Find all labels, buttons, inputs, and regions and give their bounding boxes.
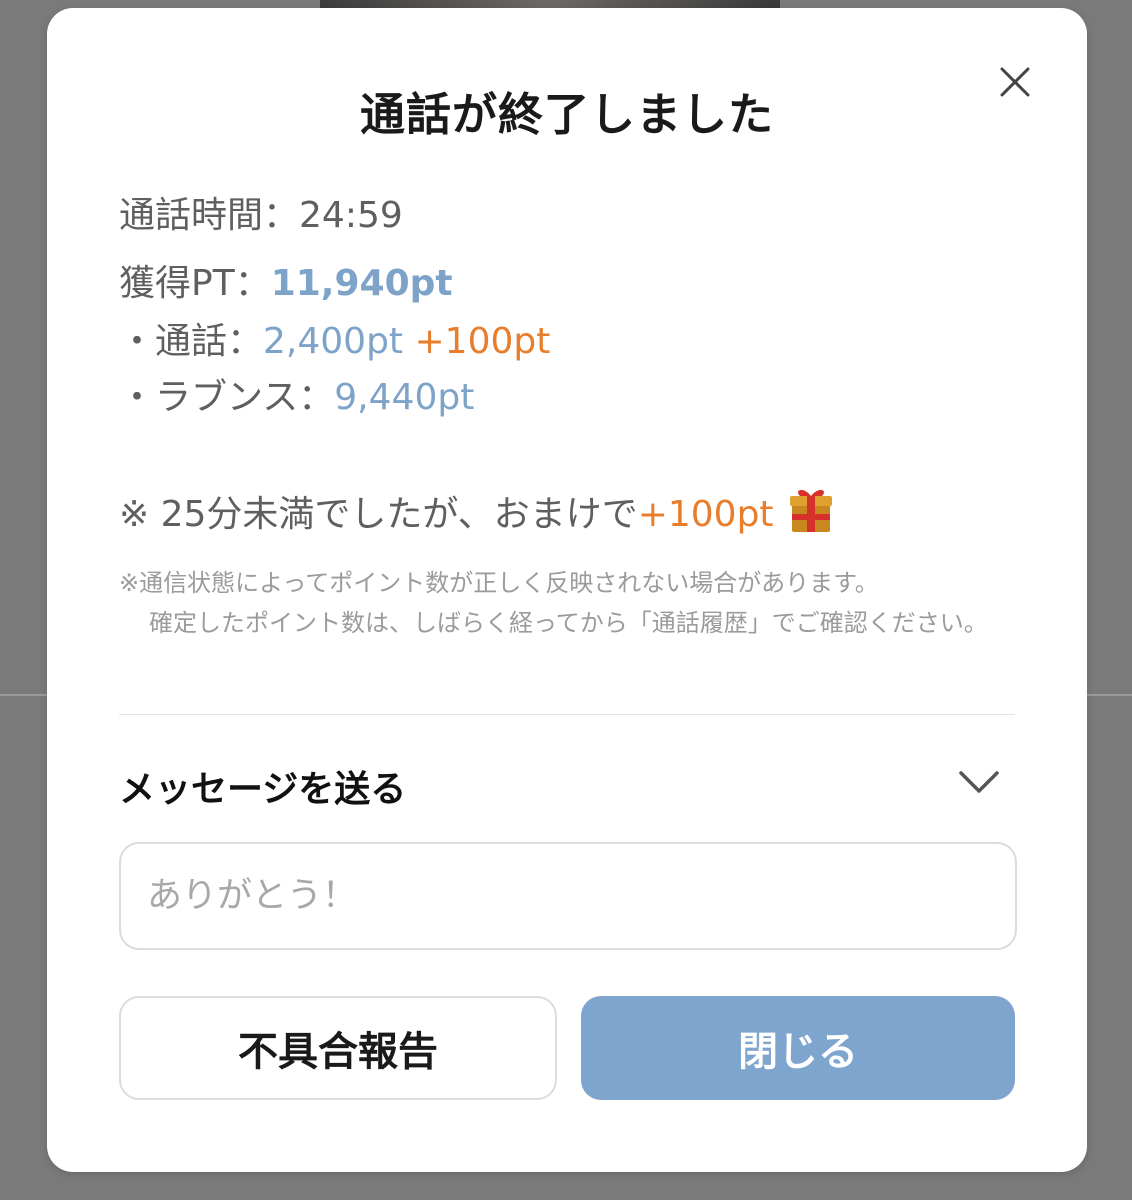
breakdown-call-bonus: +100pt xyxy=(414,321,551,362)
call-time-row: 通話時間：24:59 xyxy=(119,186,403,238)
report-bug-button[interactable]: 不具合報告 xyxy=(119,996,557,1100)
call-time-label: 通話時間： xyxy=(119,195,300,236)
call-ended-dialog: 通話が終了しました 通話時間：24:59 獲得PT：11,940pt ・通話：2… xyxy=(47,8,1087,1172)
section-divider xyxy=(119,714,1015,715)
points-notice: ※通信状態によってポイント数が正しく反映されない場合があります。 確定したポイン… xyxy=(119,563,1019,643)
bonus-note: ※ 25分未満でしたが、おまけで+100pt xyxy=(119,484,836,543)
breakdown-lovense-value: 9,440pt xyxy=(334,377,475,418)
close-button[interactable]: 閉じる xyxy=(581,996,1015,1100)
message-input[interactable] xyxy=(119,842,1017,950)
call-time-value: 24:59 xyxy=(299,195,403,236)
notice-line-1: ※通信状態によってポイント数が正しく反映されない場合があります。 xyxy=(119,569,879,597)
points-label: 獲得PT： xyxy=(119,263,271,304)
chevron-down-icon[interactable] xyxy=(957,764,1001,798)
points-total: 11,940pt xyxy=(270,263,453,304)
breakdown-lovense-row: ・ラブンス：9,440pt xyxy=(119,368,474,420)
breakdown-call-value: 2,400pt xyxy=(263,321,404,362)
dialog-title: 通話が終了しました xyxy=(359,88,774,141)
breakdown-call-label: ・通話： xyxy=(119,321,264,362)
bonus-note-value: +100pt xyxy=(637,494,774,535)
message-section-title: メッセージを送る xyxy=(119,769,407,810)
message-section-toggle[interactable]: メッセージを送る xyxy=(119,760,1015,810)
breakdown-lovense-label: ・ラブンス： xyxy=(119,377,335,418)
breakdown-call-row: ・通話：2,400pt +100pt xyxy=(119,312,550,364)
bonus-note-text: ※ 25分未満でしたが、おまけで xyxy=(119,494,638,535)
points-row: 獲得PT：11,940pt xyxy=(119,254,453,306)
notice-line-2: 確定したポイント数は、しばらく経ってから「通話履歴」でご確認ください。 xyxy=(149,609,988,637)
gift-icon xyxy=(786,484,836,543)
